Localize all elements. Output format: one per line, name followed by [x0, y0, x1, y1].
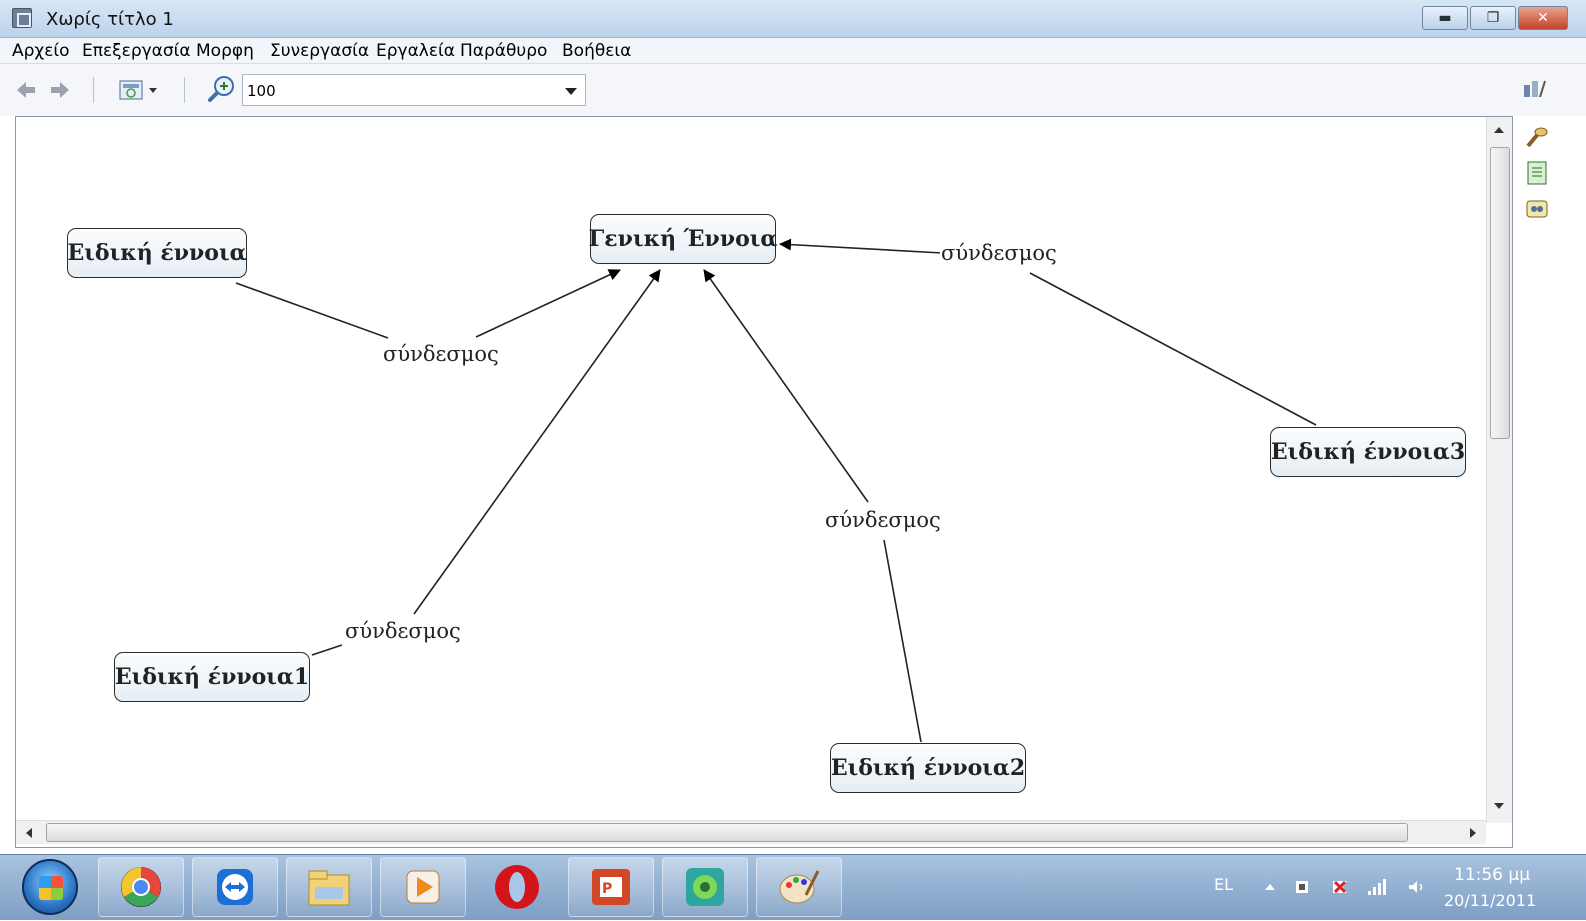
cmaptools-icon[interactable]: [662, 857, 748, 917]
start-button[interactable]: [22, 859, 78, 915]
horizontal-scroll-thumb[interactable]: [46, 823, 1408, 842]
opera-icon[interactable]: [474, 857, 560, 917]
network-signal-icon[interactable]: [1366, 877, 1386, 897]
paint-brush-icon[interactable]: [1524, 124, 1550, 150]
link-label-specific[interactable]: σύνδεσμος: [382, 342, 500, 366]
taskbar: P EL 11:56 μμ 20/11/2011: [0, 854, 1586, 920]
document-list-icon[interactable]: [1524, 160, 1550, 186]
concept-node-specific1[interactable]: Ειδική έννοια1: [114, 652, 310, 702]
collaboration-icon[interactable]: [1524, 198, 1550, 224]
action-center-icon[interactable]: [1330, 877, 1350, 897]
scroll-down-arrow-icon[interactable]: [1494, 803, 1504, 809]
link-arrow-specific1: [413, 269, 661, 615]
link-label-specific3[interactable]: σύνδεσμος: [940, 241, 1058, 265]
clock-time[interactable]: 11:56 μμ: [1454, 865, 1530, 885]
scroll-left-arrow-icon[interactable]: [26, 828, 32, 838]
show-hidden-icons-icon[interactable]: [1260, 877, 1280, 897]
concept-node-specific2[interactable]: Ειδική έννοια2: [830, 743, 1026, 793]
side-tools: [1518, 116, 1558, 236]
scroll-right-arrow-icon[interactable]: [1470, 828, 1476, 838]
link-line-specific: [235, 282, 389, 339]
language-indicator[interactable]: EL: [1214, 875, 1233, 894]
horizontal-scrollbar[interactable]: [16, 820, 1486, 844]
volume-icon[interactable]: [1406, 877, 1426, 897]
vertical-scroll-thumb[interactable]: [1490, 147, 1510, 439]
device-icon[interactable]: [1292, 877, 1312, 897]
svg-text:P: P: [602, 881, 612, 897]
system-tray: EL 11:56 μμ 20/11/2011: [1200, 855, 1586, 921]
link-label-specific2[interactable]: σύνδεσμος: [824, 508, 942, 532]
chrome-icon[interactable]: [98, 857, 184, 917]
link-line-specific3: [1029, 272, 1317, 426]
explorer-icon[interactable]: [286, 857, 372, 917]
powerpoint-icon[interactable]: P: [568, 857, 654, 917]
media-player-icon[interactable]: [380, 857, 466, 917]
vertical-scrollbar[interactable]: [1486, 117, 1512, 823]
link-label-specific1[interactable]: σύνδεσμος: [344, 619, 462, 643]
link-line-specific2: [883, 539, 922, 743]
link-arrow-specific3: [779, 238, 943, 254]
link-arrow-specific: [475, 269, 621, 338]
teamviewer-icon[interactable]: [192, 857, 278, 917]
paint-icon[interactable]: [756, 857, 842, 917]
scroll-up-arrow-icon[interactable]: [1494, 127, 1504, 133]
link-arrow-specific2: [703, 269, 869, 503]
concept-node-general[interactable]: Γενική Έννοια: [589, 214, 777, 264]
concept-node-specific[interactable]: Ειδική έννοια: [67, 228, 247, 278]
clock-date[interactable]: 20/11/2011: [1444, 891, 1536, 910]
concept-node-specific3[interactable]: Ειδική έννοια3: [1270, 427, 1466, 477]
link-line-specific1: [311, 644, 343, 656]
